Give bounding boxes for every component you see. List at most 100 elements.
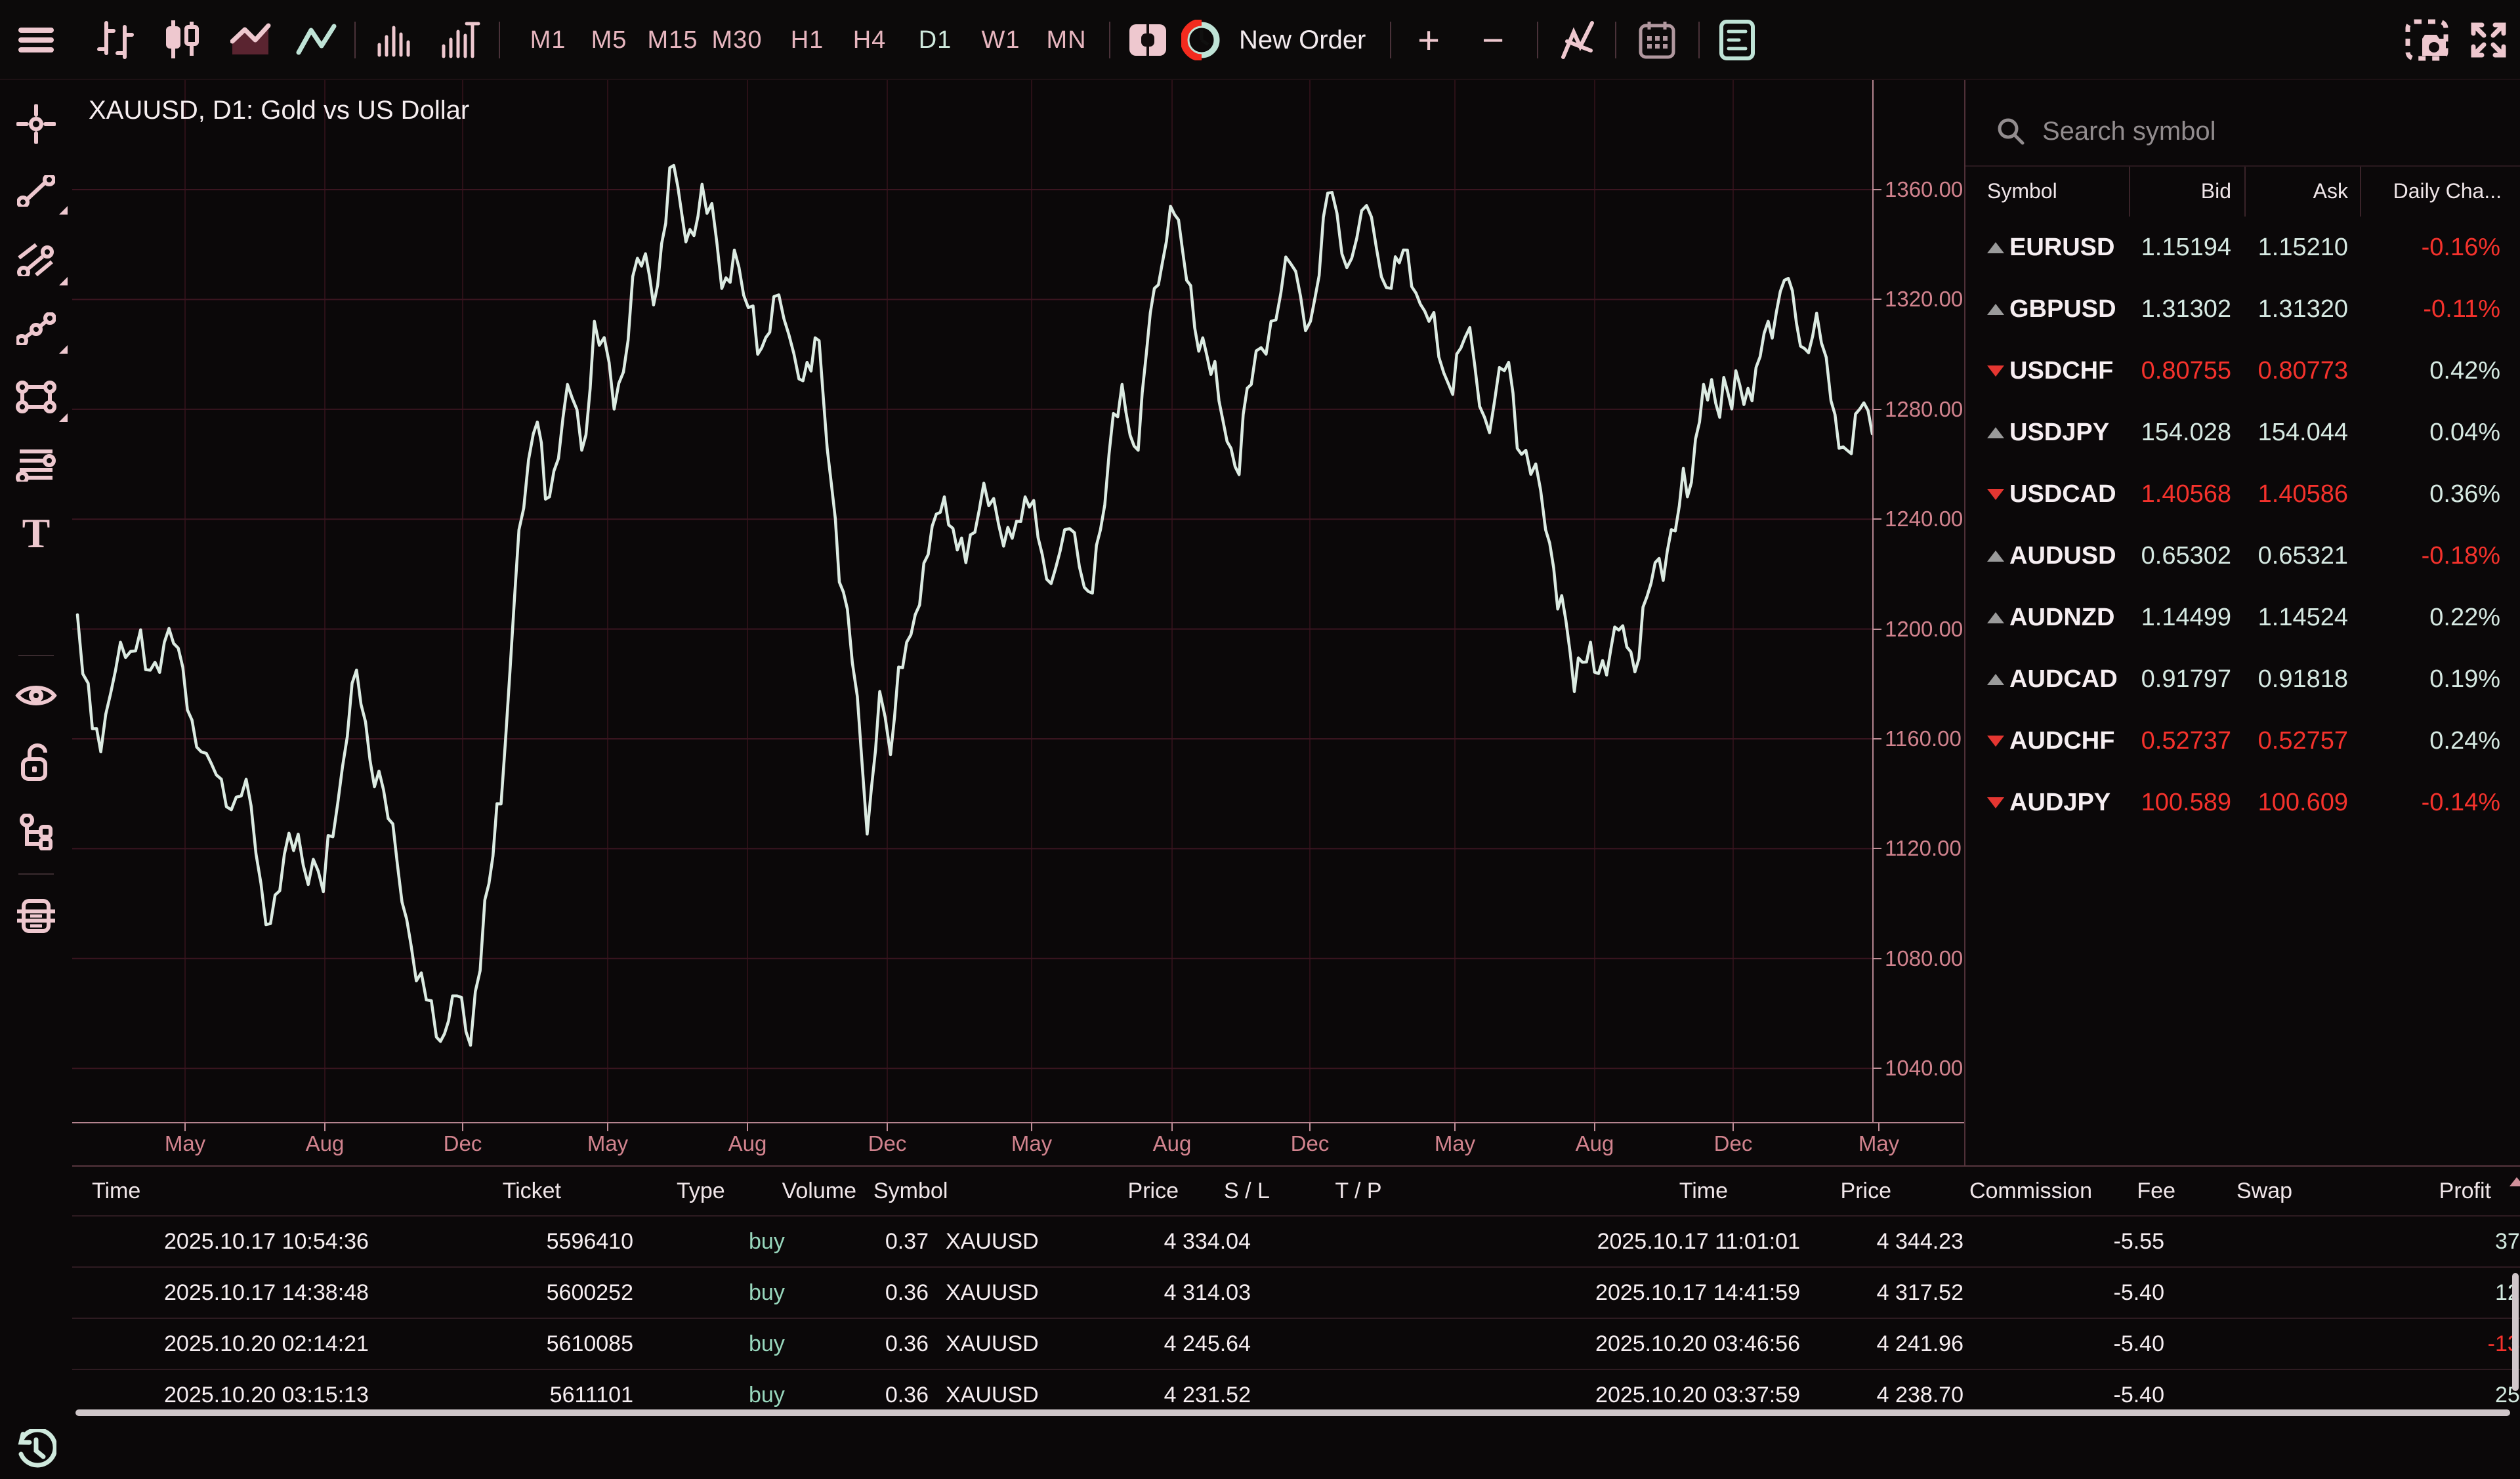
close-time-cell: 2025.10.17 11:01:01 — [1529, 1217, 1800, 1266]
price-cell: 4 334.04 — [1122, 1217, 1251, 1266]
market-watch-row-audchf[interactable]: AUDCHF0.527370.527570.24% — [1965, 710, 2520, 772]
x-axis-line[interactable] — [72, 1122, 1964, 1123]
ask-cell: 154.044 — [2177, 402, 2348, 463]
tp-cell — [1385, 1217, 1477, 1266]
market-watch-row-usdchf[interactable]: USDCHF0.807550.807730.42% — [1965, 340, 2520, 402]
chart-window-button[interactable] — [1126, 0, 1169, 80]
tick-volumes-button[interactable] — [440, 0, 482, 80]
bar-chart-type-button[interactable] — [96, 0, 135, 80]
timeframe-mn-button[interactable]: MN — [1027, 0, 1106, 80]
crosshair-tool-button[interactable] — [0, 94, 72, 154]
market-watch-row-usdjpy[interactable]: USDJPY154.028154.0440.04% — [1965, 402, 2520, 463]
y-axis-label: 1080.00 — [1885, 946, 1964, 971]
x-axis-label: Aug — [306, 1131, 345, 1156]
journal-button[interactable] — [1715, 0, 1759, 80]
candlestick-chart-type-button[interactable] — [163, 0, 202, 80]
market-watch-row-audjpy[interactable]: AUDJPY100.589100.609-0.14% — [1965, 772, 2520, 833]
sl-cell — [1273, 1268, 1365, 1318]
trade-row-5610085[interactable]: 2025.10.20 02:14:215610085buy0.36XAUUSD4… — [72, 1318, 2520, 1369]
symbol-cell: XAUUSD — [946, 1268, 1077, 1318]
volume-cell: 0.37 — [830, 1217, 929, 1266]
market-watch-column-header[interactable]: Symbol — [1987, 165, 2057, 217]
price-line — [77, 165, 1872, 1045]
market-watch-row-audusd[interactable]: AUDUSD0.653020.65321-0.18% — [1965, 525, 2520, 587]
trades-column-header[interactable]: Fee — [2110, 1167, 2175, 1215]
y-axis-label: 1160.00 — [1885, 726, 1964, 751]
swap-cell — [2309, 1268, 2407, 1318]
arrow-down-icon — [1987, 365, 2004, 377]
channel-tool-button[interactable] — [0, 230, 72, 289]
profit-cell: 377.03 — [2432, 1217, 2520, 1266]
horizontal-scrollbar[interactable] — [75, 1409, 2510, 1416]
trades-column-header[interactable]: Price — [1760, 1167, 1891, 1215]
market-watch-row-gbpusd[interactable]: GBPUSD1.313021.31320-0.11% — [1965, 278, 2520, 340]
x-axis-label: May — [1858, 1131, 1899, 1156]
y-axis-tick — [1872, 409, 1881, 410]
market-watch-row-usdcad[interactable]: USDCAD1.405681.405860.36% — [1965, 463, 2520, 525]
trades-column-header[interactable]: Commission — [1928, 1167, 2092, 1215]
fullscreen-button[interactable] — [2464, 0, 2513, 80]
ask-cell: 1.40586 — [2177, 463, 2348, 525]
trades-column-header[interactable]: Symbol — [873, 1167, 1005, 1215]
text-tool-button[interactable]: T — [0, 504, 72, 563]
price-cell: 4 314.03 — [1122, 1268, 1251, 1318]
calendar-button[interactable] — [1635, 0, 1679, 80]
daily-change-cell: 0.04% — [2330, 402, 2500, 463]
x-axis-label: May — [1435, 1131, 1475, 1156]
zoom-in-button[interactable]: + — [1402, 0, 1455, 80]
layers-tool-button[interactable] — [0, 886, 72, 946]
vertical-scrollbar[interactable] — [2512, 1273, 2519, 1391]
timeframe-m30-button[interactable]: M30 — [698, 0, 776, 80]
volumes-button[interactable] — [374, 0, 416, 80]
price-cell: 4 245.64 — [1122, 1319, 1251, 1369]
trades-column-header[interactable]: Ticket — [407, 1167, 561, 1215]
trade-row-5596410[interactable]: 2025.10.17 10:54:365596410buy0.37XAUUSD4… — [72, 1215, 2520, 1266]
scroll-up-arrow[interactable] — [2510, 1177, 2520, 1186]
trades-column-header[interactable]: Profit — [2360, 1167, 2491, 1215]
unlock-tool-button[interactable] — [0, 734, 72, 793]
x-axis-tick — [1031, 1123, 1032, 1131]
market-watch-column-header[interactable]: Daily Cha... — [2331, 165, 2502, 217]
trades-column-header[interactable]: Volume — [758, 1167, 856, 1215]
y-axis-line[interactable] — [1872, 80, 1874, 1123]
rectangle-tool-button[interactable] — [0, 367, 72, 427]
arrow-up-icon — [1987, 551, 2004, 562]
trade-row-5600252[interactable]: 2025.10.17 14:38:485600252buy0.36XAUUSD4… — [72, 1266, 2520, 1318]
visibility-tool-button[interactable] — [0, 666, 72, 725]
y-axis-tick — [1872, 189, 1881, 190]
y-axis-tick — [1872, 1068, 1881, 1069]
indicators-button[interactable] — [1557, 0, 1600, 80]
object-tree-tool-button[interactable] — [0, 802, 72, 862]
trades-column-header[interactable]: Time — [1457, 1167, 1728, 1215]
history-button[interactable] — [0, 1420, 72, 1479]
x-axis-label: May — [165, 1131, 205, 1156]
profit-cell: -132.48 — [2432, 1319, 2520, 1369]
trades-column-header[interactable]: T / P — [1312, 1167, 1404, 1215]
trades-column-header[interactable]: Price — [1050, 1167, 1179, 1215]
market-watch-row-audcad[interactable]: AUDCAD0.917970.918180.19% — [1965, 648, 2520, 710]
search-symbol-input[interactable] — [2042, 117, 2436, 146]
trades-column-header[interactable]: S / L — [1201, 1167, 1293, 1215]
line-chart-type-button[interactable] — [295, 0, 337, 80]
x-axis-label: May — [587, 1131, 628, 1156]
y-axis-tick — [1872, 299, 1881, 300]
fibonacci-tool-button[interactable] — [0, 435, 72, 494]
symbol-cell: XAUUSD — [946, 1217, 1077, 1266]
trades-column-header[interactable]: Time — [92, 1167, 394, 1215]
polyline-tool-button[interactable] — [0, 299, 72, 358]
y-axis-label: 1040.00 — [1885, 1056, 1964, 1081]
zoom-out-button[interactable]: − — [1467, 0, 1519, 80]
time-cell: 2025.10.17 14:38:48 — [164, 1268, 466, 1318]
market-watch-row-eurusd[interactable]: EURUSD1.151941.15210-0.16% — [1965, 217, 2520, 278]
trendline-tool-button[interactable] — [0, 161, 72, 220]
menu-button[interactable] — [16, 0, 56, 80]
trades-column-header[interactable]: Swap — [2236, 1167, 2335, 1215]
price-chart[interactable] — [72, 80, 1872, 1122]
symbol-search[interactable] — [1996, 98, 2502, 164]
new-order-button[interactable]: New Order — [1181, 0, 1366, 80]
screenshot-button[interactable] — [2403, 0, 2453, 80]
y-axis-tick — [1872, 848, 1881, 849]
area-chart-type-button[interactable] — [230, 0, 272, 80]
market-watch-row-audnzd[interactable]: AUDNZD1.144991.145240.22% — [1965, 587, 2520, 648]
market-watch-column-header[interactable]: Ask — [2177, 165, 2348, 217]
